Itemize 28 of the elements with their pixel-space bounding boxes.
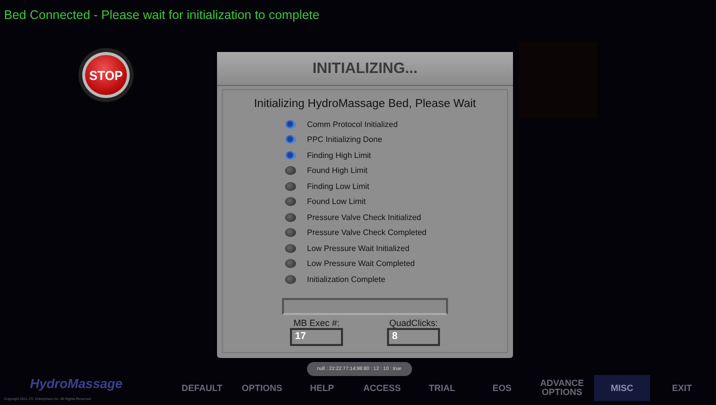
step-label: Found Low Limit <box>307 197 366 206</box>
nav-button[interactable]: HELP <box>294 375 350 401</box>
step-label: Initialization Complete <box>307 274 386 284</box>
step-label: Comm Protocol Initialized <box>307 120 398 128</box>
step-label: Low Pressure Wait Initialized <box>307 244 410 252</box>
step-label: Found High Limit <box>307 166 368 175</box>
nav-button[interactable]: MISC <box>594 375 650 401</box>
counter-field: 8 <box>387 328 440 346</box>
step-label: PPC Initializing Done <box>307 135 382 144</box>
step-label: Low Pressure Wait Completed <box>307 259 415 268</box>
nav-button[interactable]: TRIAL <box>414 375 470 401</box>
step-label: Pressure Valve Check Completed <box>307 228 426 237</box>
dialog-heading: Initializing HydroMassage Bed, Please Wait <box>254 98 476 110</box>
logo: HydroMassage <box>30 376 124 391</box>
nav-button[interactable]: OPTIONS <box>234 375 290 401</box>
step-label: Pressure Valve Check Initialized <box>307 212 422 222</box>
dialog-title: INITIALIZING... <box>217 52 513 86</box>
counter-label: MB Exec #: <box>293 318 340 328</box>
nav-button[interactable]: DEFAULT <box>174 375 230 401</box>
nav-button[interactable]: ACCESS <box>354 375 410 401</box>
nav-button[interactable]: EOS <box>474 375 530 401</box>
status-message: Bed Connected - Please wait for initialization to complete <box>4 8 320 22</box>
nav-button[interactable]: ADVANCE OPTIONS <box>534 375 590 401</box>
counter-field: 17 <box>290 328 343 346</box>
nav-button[interactable]: EXIT <box>654 375 710 401</box>
step-label: Finding High Limit <box>307 150 372 160</box>
step-label: Finding Low Limit <box>307 182 370 190</box>
counter-label: QuadClicks: <box>389 318 438 328</box>
